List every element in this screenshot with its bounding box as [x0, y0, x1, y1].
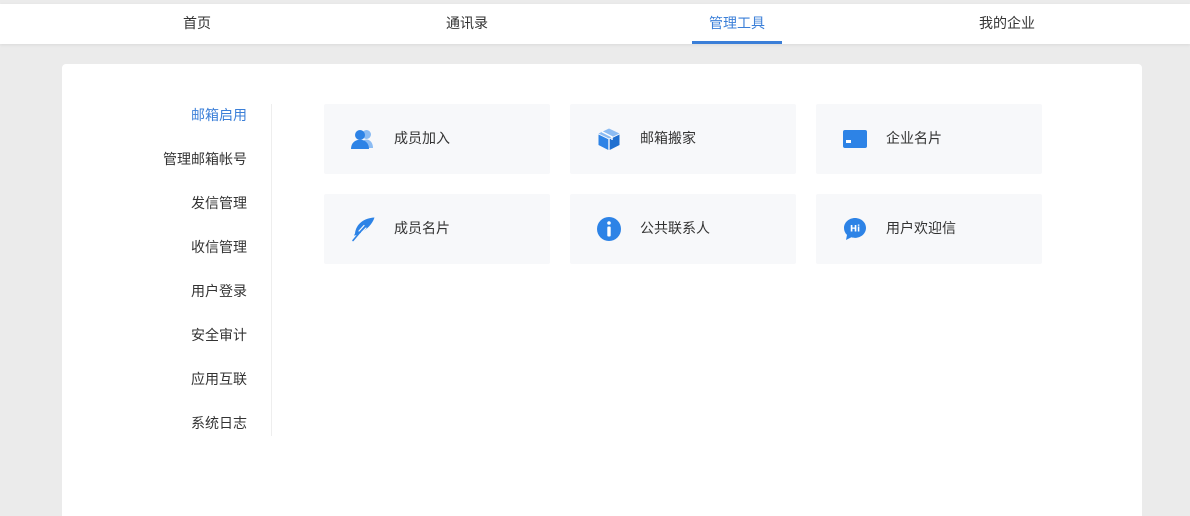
tool-card-mailbox-migration[interactable]: 邮箱搬家: [570, 104, 796, 174]
tool-label: 成员名片: [394, 221, 450, 237]
tool-card-public-contacts[interactable]: 公共联系人: [570, 194, 796, 264]
sidebar-item-user-login[interactable]: 用户登录: [191, 280, 247, 304]
feather-icon: [350, 217, 376, 242]
main-panel: 邮箱启用 管理邮箱帐号 发信管理 收信管理 用户登录 安全审计 应用互联 系统日…: [62, 64, 1142, 516]
tab-label: 通讯录: [446, 16, 488, 32]
sidebar-item-mailbox-enable[interactable]: 邮箱启用: [191, 104, 247, 128]
top-navigation: 首页 通讯录 管理工具 我的企业: [0, 4, 1190, 44]
tool-card-enterprise-card[interactable]: 企业名片: [816, 104, 1042, 174]
tab-home[interactable]: 首页: [157, 4, 237, 44]
tab-label: 管理工具: [709, 16, 765, 32]
hi-chat-icon: Hi: [842, 217, 868, 241]
sidebar-item-system-log[interactable]: 系统日志: [191, 412, 247, 436]
tool-label: 成员加入: [394, 131, 450, 147]
tab-contacts[interactable]: 通讯录: [422, 4, 512, 44]
tab-label: 我的企业: [979, 16, 1035, 32]
tool-label: 用户欢迎信: [886, 221, 956, 237]
card-icon: [842, 127, 868, 151]
tab-label: 首页: [183, 16, 211, 32]
sidebar-item-receive-management[interactable]: 收信管理: [191, 236, 247, 260]
tool-label: 公共联系人: [640, 221, 710, 237]
sidebar-item-send-management[interactable]: 发信管理: [191, 192, 247, 216]
users-icon: [350, 127, 376, 151]
tool-card-member-card[interactable]: 成员名片: [324, 194, 550, 264]
sidebar-item-security-audit[interactable]: 安全审计: [191, 324, 247, 348]
active-tab-indicator: [692, 41, 782, 44]
tool-card-welcome-letter[interactable]: Hi 用户欢迎信: [816, 194, 1042, 264]
tool-card-member-join[interactable]: 成员加入: [324, 104, 550, 174]
hi-icon-text: Hi: [850, 225, 860, 235]
box-icon: [596, 127, 622, 151]
sidebar: 邮箱启用 管理邮箱帐号 发信管理 收信管理 用户登录 安全审计 应用互联 系统日…: [62, 104, 272, 436]
info-icon: [596, 217, 622, 241]
sidebar-item-manage-mail-accounts[interactable]: 管理邮箱帐号: [163, 148, 247, 172]
sidebar-item-app-interconnect[interactable]: 应用互联: [191, 368, 247, 392]
tab-management-tools[interactable]: 管理工具: [692, 4, 782, 44]
tool-label: 邮箱搬家: [640, 131, 696, 147]
tab-my-enterprise[interactable]: 我的企业: [962, 4, 1052, 44]
tool-label: 企业名片: [886, 131, 942, 147]
